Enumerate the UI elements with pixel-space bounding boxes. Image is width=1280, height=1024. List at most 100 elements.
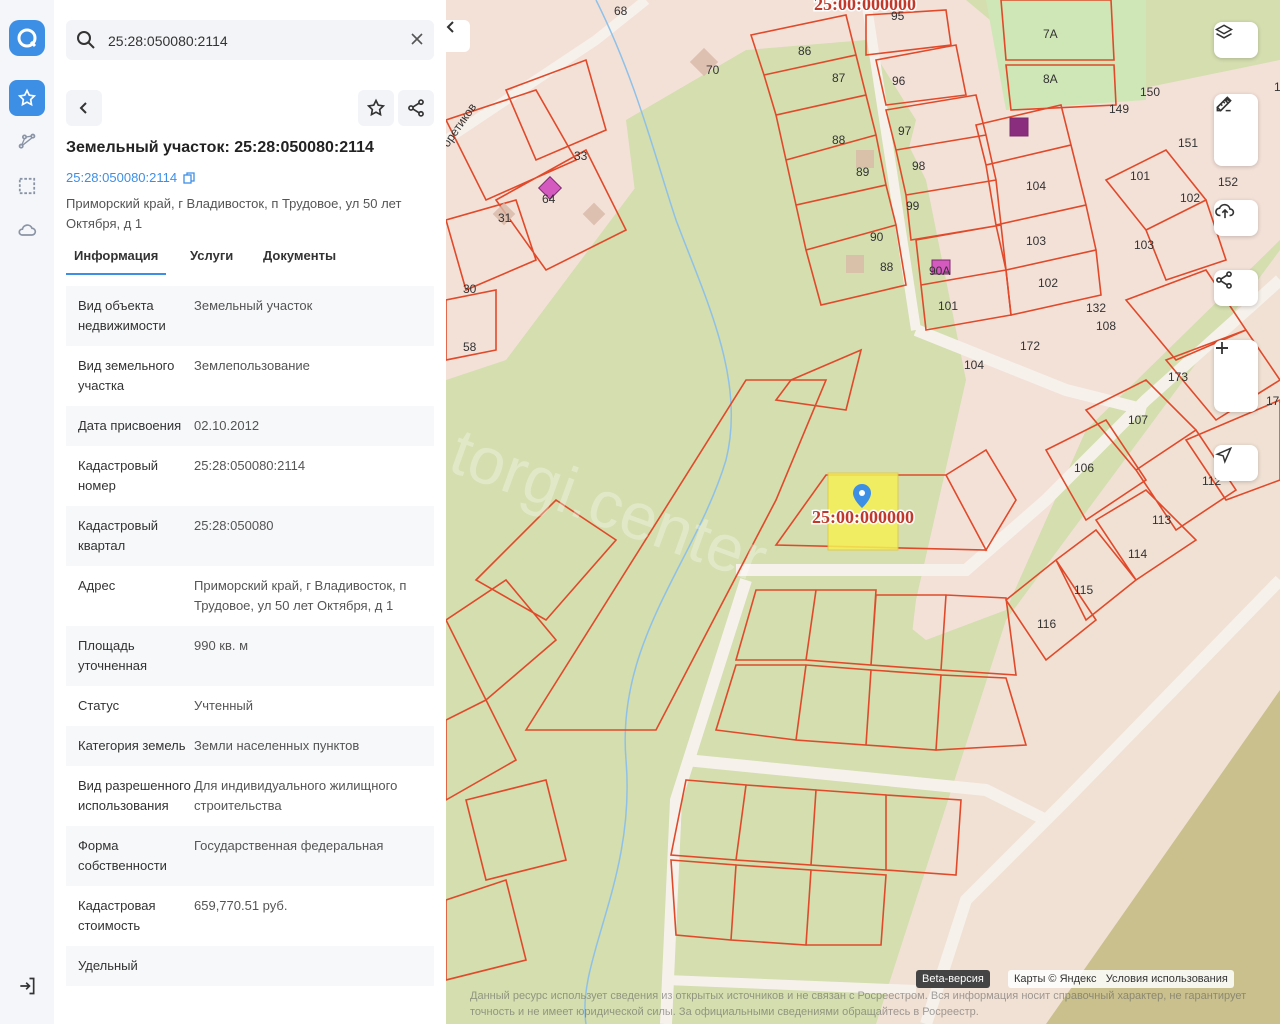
zoom-out-button[interactable] bbox=[1214, 347, 1258, 412]
map-canvas[interactable]: 6870868788899088959697989990А10110410310… bbox=[446, 0, 1280, 1024]
table-row: Адрес Приморский край, г Владивосток, п Т… bbox=[66, 566, 434, 626]
row-key: Кадастровая стоимость bbox=[78, 898, 156, 933]
chevron-left-icon bbox=[446, 21, 454, 33]
row-key: Удельный bbox=[78, 958, 138, 973]
area-select-icon[interactable] bbox=[9, 168, 45, 204]
upload-cloud-icon[interactable] bbox=[1214, 200, 1258, 236]
row-value: Государственная федеральная bbox=[194, 838, 384, 853]
zoom-control bbox=[1214, 340, 1258, 412]
close-icon[interactable] bbox=[410, 32, 424, 51]
plot-number-label: 149 bbox=[1109, 102, 1129, 116]
plot-number-label: 104 bbox=[964, 358, 984, 372]
tab-documents[interactable]: Документы bbox=[255, 244, 344, 273]
tab-services[interactable]: Услуги bbox=[182, 244, 241, 273]
row-key: Вид разрешенного использования bbox=[78, 778, 191, 813]
search-input[interactable] bbox=[106, 28, 400, 54]
table-row: Площадь уточненная 990 кв. м bbox=[66, 626, 434, 686]
page-title: Земельный участок: 25:28:050080:2114 bbox=[66, 139, 374, 156]
plot-number-label: 89 bbox=[856, 165, 870, 179]
plot-number-label: 68 bbox=[614, 4, 628, 18]
measure-control bbox=[1214, 94, 1258, 166]
plot-number-label: 114 bbox=[1128, 547, 1147, 561]
plot-number-label: 88 bbox=[880, 260, 894, 274]
terms-link[interactable]: Условия использования bbox=[1106, 973, 1228, 985]
layers-control bbox=[1214, 22, 1258, 58]
navigation-arrow-icon[interactable] bbox=[1214, 445, 1258, 481]
plot-number-label: 97 bbox=[898, 124, 912, 138]
copy-icon[interactable] bbox=[183, 171, 195, 184]
cloud-icon[interactable] bbox=[9, 212, 45, 248]
info-panel: Земельный участок: 25:28:050080:2114 25:… bbox=[54, 0, 446, 1024]
plot-number-label: 104 bbox=[1026, 179, 1046, 193]
info-table: Вид объекта недвижимости Земельный участо… bbox=[66, 286, 434, 986]
app-logo-icon[interactable] bbox=[9, 20, 45, 56]
back-button[interactable] bbox=[66, 90, 102, 126]
share-map-control bbox=[1214, 270, 1258, 306]
cadastral-number-text[interactable]: 25:28:050080:2114 bbox=[66, 170, 177, 185]
location-pin-dot bbox=[859, 490, 865, 496]
plot-number-label: 102 bbox=[1180, 191, 1200, 205]
plot-number-label: 151 bbox=[1178, 136, 1198, 150]
plot-number-label: 31 bbox=[498, 211, 512, 225]
plot-number-label: 90 bbox=[870, 230, 884, 244]
cadastre-code-label: 25:00:000000 bbox=[812, 507, 914, 527]
plot-number-label: 102 bbox=[1038, 276, 1058, 290]
maps-credit-text: Карты © Яндекс bbox=[1014, 973, 1097, 985]
row-value: Земли населенных пунктов bbox=[194, 738, 360, 753]
plot-number-label: 87 bbox=[832, 71, 846, 85]
row-key: Вид земельного участка bbox=[78, 358, 175, 393]
plot-number-label: 172 bbox=[1020, 339, 1040, 353]
plot-number-label: 132 bbox=[1086, 301, 1106, 315]
plot-number-label: 8А bbox=[1043, 72, 1058, 86]
cadastral-number-link[interactable]: 25:28:050080:2114 bbox=[66, 170, 195, 185]
row-value: 25:28:050080 bbox=[194, 518, 274, 533]
row-key: Адрес bbox=[78, 578, 116, 593]
star-icon bbox=[366, 98, 386, 117]
layers-icon[interactable] bbox=[1214, 22, 1258, 58]
edit-icon[interactable] bbox=[1214, 97, 1258, 166]
plot-number-label: 113 bbox=[1152, 513, 1171, 527]
favorites-icon[interactable] bbox=[9, 80, 45, 116]
cadastre-code-label: 25:00:000000 bbox=[814, 0, 916, 14]
row-key: Категория земель bbox=[78, 738, 186, 753]
left-rail bbox=[0, 0, 55, 1024]
row-value: Земельный участок bbox=[194, 298, 313, 313]
plot-number-label: 107 bbox=[1128, 413, 1148, 427]
map-view[interactable]: 68 70 86 87 88 89 90 88 95 96 97 98 99 90А 101 104 103 10… bbox=[446, 0, 1280, 1024]
plot-number-label: 98 bbox=[912, 159, 926, 173]
maps-credit: Карты © Яндекс Условия использования bbox=[1008, 970, 1234, 988]
plot-number-label: 30 bbox=[463, 282, 477, 296]
plot-number-label: 7А bbox=[1043, 27, 1058, 41]
table-row: Удельный bbox=[66, 946, 434, 986]
row-value: 659,770.51 руб. bbox=[194, 898, 288, 913]
share-button[interactable] bbox=[398, 90, 434, 126]
plot-number-label: 108 bbox=[1096, 319, 1116, 333]
share-icon[interactable] bbox=[1214, 270, 1258, 306]
tab-info[interactable]: Информация bbox=[66, 244, 167, 275]
geolocation-control bbox=[1214, 445, 1258, 481]
plot-number-label: 101 bbox=[1130, 169, 1150, 183]
plot-number-label: 96 bbox=[892, 74, 906, 88]
table-row: Статус Учтенный bbox=[66, 686, 434, 726]
table-row: Форма собственности Государственная федер… bbox=[66, 826, 434, 886]
plot-number-label: 99 bbox=[906, 199, 920, 213]
logout-icon[interactable] bbox=[9, 968, 45, 1004]
search-icon bbox=[76, 30, 96, 55]
plot-number-label: 64 bbox=[542, 192, 556, 206]
table-row: Кадастровый квартал 25:28:050080 bbox=[66, 506, 434, 566]
beta-badge: Beta-версия bbox=[916, 970, 990, 988]
favorite-button[interactable] bbox=[358, 90, 394, 126]
share-icon bbox=[408, 99, 424, 117]
row-value: 990 кв. м bbox=[194, 638, 249, 653]
collapse-panel-button[interactable] bbox=[446, 20, 470, 52]
minus-icon bbox=[1216, 347, 1228, 349]
plot-number-label: 70 bbox=[706, 63, 720, 77]
plot-number-label: 101 bbox=[938, 299, 958, 313]
plot-number-label: 173 bbox=[1168, 370, 1188, 384]
plot-number-label: 158 bbox=[1274, 80, 1280, 94]
plot-number-label: 58 bbox=[463, 340, 477, 354]
route-icon[interactable] bbox=[9, 124, 45, 160]
table-row: Кадастровый номер 25:28:050080:2114 bbox=[66, 446, 434, 506]
row-key: Кадастровый квартал bbox=[78, 518, 159, 553]
plot-number-label: 88 bbox=[832, 133, 846, 147]
